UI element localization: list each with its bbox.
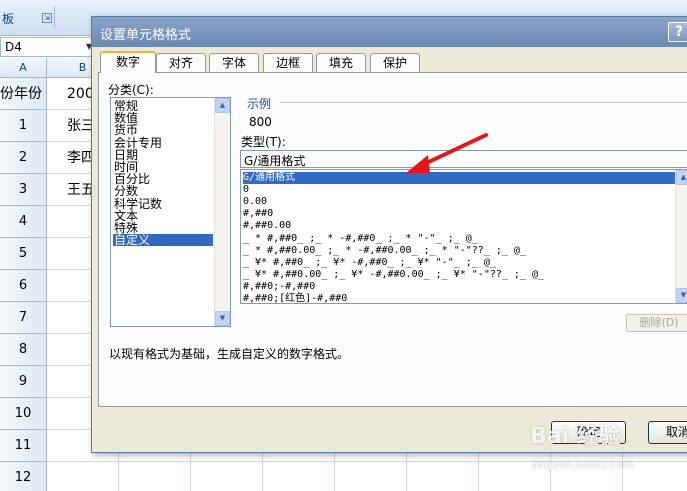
category-scrollbar[interactable]: ▲ ▼ [214, 98, 230, 326]
format-cells-dialog: 设置单元格格式 ? 数字 对齐 字体 边框 填充 保护 分类(C): 常规 数值货… [91, 16, 687, 453]
category-item[interactable]: 自定义 [113, 234, 213, 247]
tab-alignment[interactable]: 对齐 [156, 53, 206, 72]
tab-protection[interactable]: 保护 [370, 53, 420, 72]
scroll-up-icon[interactable]: ▲ [215, 98, 230, 113]
tab-font[interactable]: 字体 [209, 53, 259, 72]
tab-number[interactable]: 数字 [100, 51, 156, 73]
name-box[interactable]: D4 [0, 37, 98, 57]
category-list[interactable]: 常规 数值 货币 会计专用 日期 时间 百分比 分数 科学记数 文本 特殊 自定义 ▲ ▼ [110, 97, 231, 327]
watermark-url: jingyan.baidu.com [532, 458, 634, 471]
format-item[interactable]: _ ¥* #,##0.00_ ;_ ¥* -#,##0.00_ ;_ ¥* "-… [243, 269, 681, 281]
row-header[interactable]: 3 [0, 174, 47, 206]
sample-label: 示例 [247, 97, 272, 111]
row-header[interactable]: 9 [0, 366, 47, 398]
row-header[interactable]: 11 [0, 430, 47, 462]
format-item[interactable]: _ ¥* #,##0_ ;_ ¥* -#,##0_ ;_ ¥* "-"_ ;_ … [243, 257, 681, 269]
annotation-arrow-icon [406, 133, 488, 173]
dialog-titlebar[interactable]: 设置单元格格式 ? [92, 17, 687, 47]
row-header[interactable]: 6 [0, 270, 47, 302]
row-header[interactable]: 8 [0, 334, 47, 366]
format-list[interactable]: G/通用格式 0 0.00 #,##0 #,##0.00 _ * #,##0_ ;_ * … [240, 169, 687, 304]
format-item[interactable]: #,##0;-#,##0 [243, 281, 681, 293]
category-item[interactable]: 日期 [113, 149, 213, 161]
column-header-a[interactable]: A [0, 58, 47, 78]
row-header[interactable]: 7 [0, 302, 47, 334]
category-item[interactable]: 货币 [113, 124, 213, 136]
row-header[interactable]: 5 [0, 238, 47, 270]
delete-button[interactable]: 删除(D) [626, 314, 687, 332]
cell[interactable] [191, 462, 263, 491]
cell[interactable] [263, 462, 335, 491]
category-item[interactable]: 文本 [113, 210, 213, 222]
tab-border[interactable]: 边框 [263, 53, 313, 72]
category-item[interactable]: 科学记数 [113, 198, 213, 210]
format-item[interactable]: #,##0.00 [243, 220, 681, 232]
cell[interactable] [119, 462, 191, 491]
cell[interactable] [335, 462, 407, 491]
type-label: 类型(T): [241, 135, 286, 149]
cell-a1[interactable]: 份年份 [0, 78, 47, 110]
format-item[interactable]: #,##0 [243, 208, 681, 220]
format-item[interactable]: #,##0;[红色]-#,##0 [243, 293, 681, 303]
format-item[interactable]: _ * #,##0.00_ ;_ * -#,##0.00_ ;_ * "-"??… [243, 245, 681, 257]
row-header[interactable]: 1 [0, 110, 47, 142]
category-item[interactable]: 分数 [113, 185, 213, 197]
format-description: 以现有格式为基础，生成自定义的数字格式。 [109, 347, 350, 361]
row-header[interactable]: 10 [0, 398, 47, 430]
dialog-title: 设置单元格格式 [100, 28, 192, 43]
watermark-logo: Bai 经验 [530, 424, 621, 449]
scroll-down-icon[interactable]: ▼ [676, 288, 687, 303]
format-item[interactable]: 0 [243, 184, 681, 196]
tab-fill[interactable]: 填充 [316, 53, 366, 72]
cell-b[interactable] [47, 462, 119, 491]
row-header[interactable]: 12 [0, 462, 47, 491]
format-scrollbar[interactable]: ▲ ▼ [675, 170, 687, 303]
category-label: 分类(C): [108, 83, 154, 97]
dialog-launcher-icon[interactable]: ⇲ [42, 13, 52, 23]
sample-value: 800 [249, 115, 272, 129]
row-header[interactable]: 4 [0, 206, 47, 238]
row-header[interactable]: 2 [0, 142, 47, 174]
help-button[interactable]: ? [668, 22, 687, 42]
sample-divider [280, 102, 687, 103]
scroll-up-icon[interactable]: ▲ [676, 170, 687, 185]
category-item[interactable]: 时间 [113, 161, 213, 173]
format-item[interactable]: 0.00 [243, 196, 681, 208]
category-item[interactable]: 会计专用 [113, 137, 213, 149]
cancel-button[interactable]: 取消 [648, 421, 687, 444]
scroll-down-icon[interactable]: ▼ [215, 311, 230, 326]
format-item[interactable]: _ * #,##0_ ;_ * -#,##0_ ;_ * "-"_ ;_ @_ [243, 233, 681, 245]
cell[interactable] [407, 462, 479, 491]
